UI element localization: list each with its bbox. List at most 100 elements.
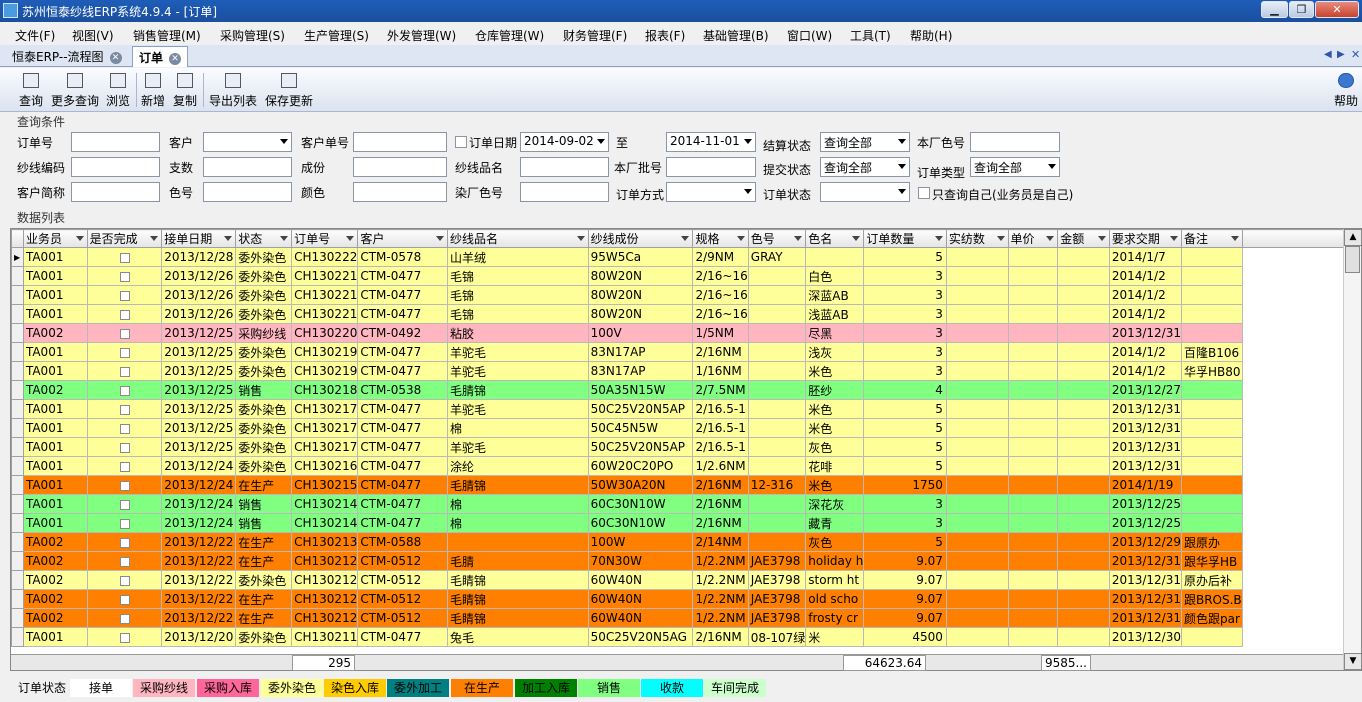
table-cell[interactable]: 2013/12/24: [161, 456, 237, 476]
table-cell[interactable]: [945, 532, 1009, 552]
table-cell[interactable]: 2013/12/25: [1108, 513, 1182, 533]
table-cell[interactable]: 2/7.5NM: [692, 380, 749, 400]
table-cell[interactable]: CTM-0477: [357, 627, 448, 647]
table-cell[interactable]: [1057, 361, 1110, 381]
completed-checkbox[interactable]: [120, 423, 131, 434]
table-row[interactable]: TA002 2013/12/25 采购纱线 CH130220 CTM-0492 粘胶 100…: [11, 323, 1361, 343]
table-row[interactable]: TA001 2013/12/25 委外染色 CH130219 CTM-0477 羊驼毛 83…: [11, 342, 1361, 362]
menu-reports[interactable]: 报表(F): [645, 27, 685, 44]
minimize-button[interactable]: ▁: [1261, 1, 1288, 18]
column-header[interactable]: 色号: [747, 229, 807, 248]
table-cell[interactable]: JAE3798: [747, 589, 807, 609]
completed-checkbox-cell[interactable]: [86, 532, 163, 552]
row-indicator[interactable]: ▶: [11, 247, 24, 267]
table-cell[interactable]: TA002: [22, 532, 88, 552]
completed-checkbox-cell[interactable]: [86, 323, 163, 343]
completed-checkbox-cell[interactable]: [86, 247, 163, 267]
column-header[interactable]: 客户: [357, 229, 448, 248]
table-cell[interactable]: [747, 380, 807, 400]
filter-dropdown-icon[interactable]: [1230, 236, 1239, 241]
table-cell[interactable]: 2014/1/7: [1108, 247, 1182, 267]
filter-dropdown-icon[interactable]: [150, 236, 159, 241]
table-cell[interactable]: 羊驼毛: [446, 361, 589, 381]
completed-checkbox[interactable]: [120, 442, 131, 453]
table-cell[interactable]: [747, 361, 807, 381]
table-cell[interactable]: CH130212: [291, 551, 359, 571]
completed-checkbox-cell[interactable]: [86, 551, 163, 571]
table-cell[interactable]: [1057, 437, 1110, 457]
table-cell[interactable]: 跟原办: [1180, 532, 1243, 552]
table-cell[interactable]: [945, 570, 1009, 590]
table-row[interactable]: TA001 2013/12/24 在生产 CH130215 CTM-0477 毛腈锦 50W…: [11, 475, 1361, 495]
order-no-input[interactable]: [71, 132, 160, 152]
table-cell[interactable]: 棉: [446, 418, 589, 438]
table-cell[interactable]: 2013/12/24: [161, 494, 237, 514]
table-cell[interactable]: 60W40N: [587, 570, 694, 590]
table-cell[interactable]: 2013/12/26: [161, 304, 237, 324]
table-cell[interactable]: 2014/1/2: [1108, 266, 1182, 286]
table-cell[interactable]: TA001: [22, 361, 88, 381]
table-cell[interactable]: [1180, 266, 1243, 286]
completed-checkbox-cell[interactable]: [86, 418, 163, 438]
table-cell[interactable]: [1180, 418, 1243, 438]
table-cell[interactable]: 颜色跟par: [1180, 608, 1243, 628]
menu-window[interactable]: 窗口(W): [787, 27, 832, 44]
column-header[interactable]: 要求交期: [1108, 229, 1182, 248]
factory-batch-input[interactable]: [666, 157, 756, 177]
table-cell[interactable]: 2/16NM: [692, 627, 749, 647]
table-cell[interactable]: 委外染色: [235, 399, 293, 419]
table-cell[interactable]: 尽黑: [805, 323, 865, 343]
table-cell[interactable]: 2/16.5-1: [692, 399, 749, 419]
table-cell[interactable]: 羊驼毛: [446, 342, 589, 362]
table-cell[interactable]: CTM-0477: [357, 266, 448, 286]
table-cell[interactable]: 胚纱: [805, 380, 865, 400]
order-status-select[interactable]: [820, 182, 910, 202]
tab-scroll-left-icon[interactable]: ◀: [1324, 49, 1332, 60]
table-cell[interactable]: 米色: [805, 475, 865, 495]
table-row[interactable]: ▶ TA001 2013/12/28 委外染色 CH130222 CTM-0578 山羊绒 9…: [11, 247, 1361, 267]
table-cell[interactable]: 百隆B106: [1180, 342, 1243, 362]
tab-order[interactable]: 订单 ✕: [132, 46, 189, 67]
table-cell[interactable]: [1007, 247, 1059, 267]
table-row[interactable]: TA002 2013/12/25 销售 CH130218 CTM-0538 毛腈锦 50A3…: [11, 380, 1361, 400]
table-cell[interactable]: CTM-0588: [357, 532, 448, 552]
table-cell[interactable]: 2013/12/22: [161, 570, 237, 590]
table-cell[interactable]: storm ht: [805, 570, 865, 590]
completed-checkbox-cell[interactable]: [86, 437, 163, 457]
table-cell[interactable]: 在生产: [235, 608, 293, 628]
table-cell[interactable]: 委外染色: [235, 418, 293, 438]
table-cell[interactable]: CH130214: [291, 494, 359, 514]
table-cell[interactable]: 2013/12/22: [161, 589, 237, 609]
row-indicator[interactable]: [11, 304, 24, 324]
table-cell[interactable]: [747, 494, 807, 514]
table-cell[interactable]: [1180, 456, 1243, 476]
table-cell[interactable]: 4500: [863, 627, 947, 647]
table-cell[interactable]: CH130221: [291, 285, 359, 305]
table-cell[interactable]: 2013/12/26: [161, 285, 237, 305]
table-cell[interactable]: [1057, 494, 1110, 514]
copy-button[interactable]: 复制: [170, 71, 200, 111]
table-cell[interactable]: 2/16~16: [692, 285, 749, 305]
table-cell[interactable]: [1057, 551, 1110, 571]
completed-checkbox-cell[interactable]: [86, 380, 163, 400]
table-cell[interactable]: 2013/12/22: [161, 551, 237, 571]
table-cell[interactable]: [1057, 570, 1110, 590]
table-cell[interactable]: 在生产: [235, 532, 293, 552]
table-cell[interactable]: 2013/12/25: [161, 342, 237, 362]
cust-abbr-input[interactable]: [71, 182, 160, 202]
table-cell[interactable]: 委外染色: [235, 437, 293, 457]
table-cell[interactable]: 9.07: [863, 551, 947, 571]
table-cell[interactable]: 山羊绒: [446, 247, 589, 267]
table-cell[interactable]: TA001: [22, 437, 88, 457]
table-cell[interactable]: CTM-0578: [357, 247, 448, 267]
table-cell[interactable]: 2013/12/24: [161, 475, 237, 495]
table-cell[interactable]: 3: [863, 342, 947, 362]
completed-checkbox[interactable]: [120, 499, 131, 510]
table-cell[interactable]: [1007, 570, 1059, 590]
table-cell[interactable]: 毛锦: [446, 266, 589, 286]
table-cell[interactable]: 毛睛锦: [446, 570, 589, 590]
table-row[interactable]: TA001 2013/12/20 委外染色 CH130211 CTM-0477 兔毛 50C…: [11, 627, 1361, 647]
table-cell[interactable]: [945, 627, 1009, 647]
table-cell[interactable]: 毛腈锦: [446, 475, 589, 495]
table-cell[interactable]: [1180, 494, 1243, 514]
